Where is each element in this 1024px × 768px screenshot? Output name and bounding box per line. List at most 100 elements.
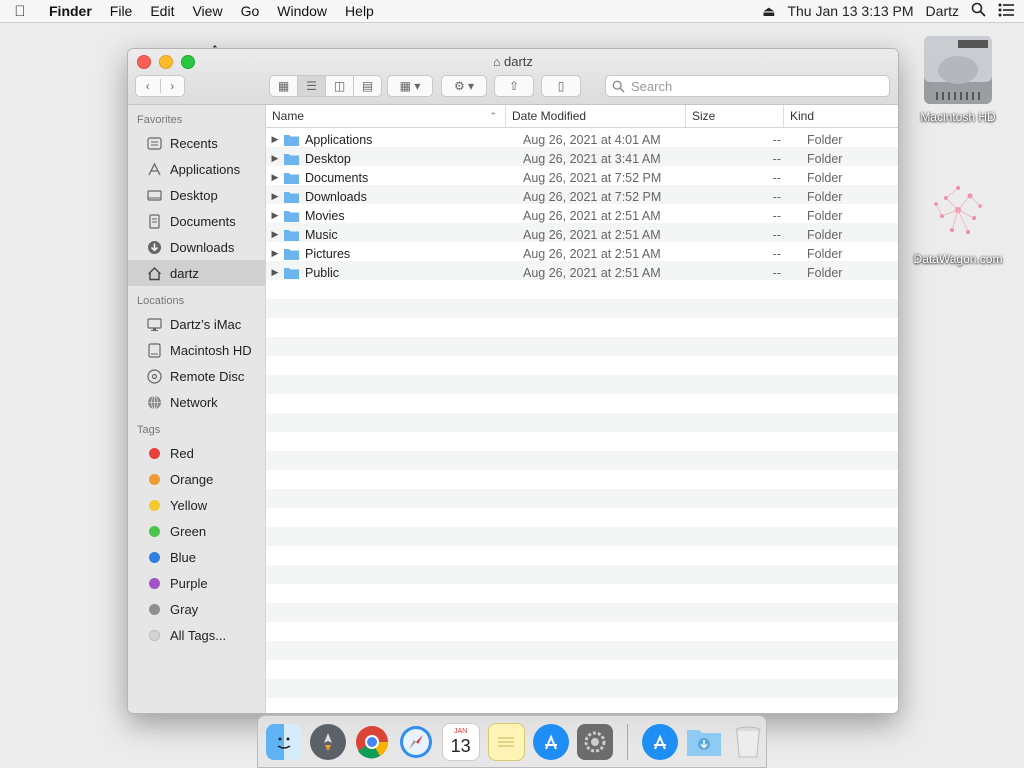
- disclosure-triangle-icon[interactable]: ▶: [266, 248, 284, 259]
- row-size: --: [772, 189, 781, 204]
- row-date: Aug 26, 2021 at 7:52 PM: [523, 189, 662, 204]
- system-preferences-icon[interactable]: [577, 723, 614, 760]
- table-row[interactable]: ▶ Desktop Aug 26, 2021 at 3:41 AM -- Folder: [266, 149, 898, 168]
- sidebar-tag-red[interactable]: Red: [128, 440, 265, 466]
- notification-center-icon[interactable]: [998, 3, 1014, 20]
- disc-icon: [146, 368, 162, 384]
- sidebar-item-recents[interactable]: Recents: [128, 130, 265, 156]
- column-header-name[interactable]: Name ⌃: [266, 105, 506, 127]
- spotlight-search-icon[interactable]: [971, 2, 986, 20]
- table-row[interactable]: ▶ Public Aug 26, 2021 at 2:51 AM -- Folder: [266, 263, 898, 282]
- share-button[interactable]: ⇧: [494, 75, 534, 97]
- sidebar-item-remote-disc[interactable]: Remote Disc: [128, 363, 265, 389]
- downloads-folder-icon[interactable]: [686, 724, 722, 760]
- action-menu-button[interactable]: ⚙ ▾: [441, 75, 487, 97]
- column-header-size[interactable]: Size: [686, 105, 784, 127]
- disclosure-triangle-icon[interactable]: ▶: [266, 267, 284, 278]
- column-header-label: Size: [692, 109, 716, 123]
- menu-go[interactable]: Go: [232, 3, 269, 19]
- desktop-icon-label: DataWagon.com: [913, 252, 1003, 266]
- sidebar-tag-gray[interactable]: Gray: [128, 596, 265, 622]
- sidebar-item-imac[interactable]: Dartz’s iMac: [128, 311, 265, 337]
- applications-icon: [146, 161, 162, 177]
- eject-icon[interactable]: ⏏: [762, 3, 775, 20]
- toolbar: ‹ › ▦ ☰ ◫ ▤ ▦ ▾ ⚙ ▾ ⇧ ▯ Search: [128, 75, 898, 99]
- disclosure-triangle-icon[interactable]: ▶: [266, 210, 284, 221]
- calendar-icon[interactable]: JAN 13: [441, 722, 480, 761]
- safari-icon[interactable]: [398, 724, 434, 760]
- search-field[interactable]: Search: [605, 75, 890, 97]
- sidebar-item-macintosh-hd[interactable]: Macintosh HD: [128, 337, 265, 363]
- icon-view-icon[interactable]: ▦: [270, 76, 298, 96]
- sidebar-tag-purple[interactable]: Purple: [128, 570, 265, 596]
- window-title: ⌂ dartz: [128, 54, 898, 69]
- back-button[interactable]: ‹: [136, 79, 161, 93]
- disclosure-triangle-icon[interactable]: ▶: [266, 229, 284, 240]
- sidebar-item-network[interactable]: Network: [128, 389, 265, 415]
- menu-view[interactable]: View: [183, 3, 231, 19]
- menu-user[interactable]: Dartz: [926, 3, 959, 19]
- table-row[interactable]: ▶ Music Aug 26, 2021 at 2:51 AM -- Folder: [266, 225, 898, 244]
- desktop-icon-macintosh-hd[interactable]: Macintosh HD: [903, 30, 1013, 124]
- folder-icon: [284, 210, 299, 222]
- column-header-kind[interactable]: Kind: [784, 105, 898, 127]
- disclosure-triangle-icon[interactable]: ▶: [266, 172, 284, 183]
- trash-icon[interactable]: [730, 724, 766, 760]
- tag-color-dot: [148, 577, 160, 589]
- forward-button[interactable]: ›: [161, 79, 185, 93]
- table-row[interactable]: ▶ Downloads Aug 26, 2021 at 7:52 PM -- Folde…: [266, 187, 898, 206]
- disclosure-triangle-icon[interactable]: ▶: [266, 134, 284, 145]
- disclosure-triangle-icon[interactable]: ▶: [266, 191, 284, 202]
- app-store-download-icon[interactable]: [642, 723, 679, 760]
- sidebar-item-label: Applications: [170, 161, 241, 177]
- tags-button[interactable]: ▯: [541, 75, 581, 97]
- table-row[interactable]: ▶ Pictures Aug 26, 2021 at 2:51 AM -- Folder: [266, 244, 898, 263]
- app-store-icon[interactable]: [533, 723, 570, 760]
- row-date: Aug 26, 2021 at 2:51 AM: [523, 227, 661, 242]
- sidebar-tag-green[interactable]: Green: [128, 518, 265, 544]
- sidebar-item-documents[interactable]: Documents: [128, 208, 265, 234]
- table-row[interactable]: ▶ Applications Aug 26, 2021 at 4:01 AM -- Fo…: [266, 130, 898, 149]
- row-name: Movies: [305, 208, 345, 223]
- sidebar-item-home[interactable]: dartz: [128, 260, 265, 286]
- chrome-icon[interactable]: [354, 724, 390, 760]
- table-row[interactable]: ▶ Documents Aug 26, 2021 at 7:52 PM -- Folde…: [266, 168, 898, 187]
- gallery-view-icon[interactable]: ▤: [354, 76, 381, 96]
- desktop-icon-datawagon[interactable]: DataWagon.com: [903, 172, 1013, 266]
- notes-icon[interactable]: [487, 722, 526, 761]
- back-forward-group: ‹ ›: [135, 75, 185, 97]
- window-title-text: dartz: [503, 54, 533, 69]
- table-row[interactable]: ▶ Movies Aug 26, 2021 at 2:51 AM -- Folder: [266, 206, 898, 225]
- sidebar-tag-blue[interactable]: Blue: [128, 544, 265, 570]
- sidebar-all-tags[interactable]: All Tags...: [128, 622, 265, 648]
- menu-clock[interactable]: Thu Jan 13 3:13 PM: [787, 3, 913, 19]
- sidebar-tag-orange[interactable]: Orange: [128, 466, 265, 492]
- menu-help[interactable]: Help: [336, 3, 383, 19]
- apple-menu-icon[interactable]: : [0, 3, 40, 20]
- row-kind: Folder: [807, 151, 843, 166]
- menu-app-name[interactable]: Finder: [40, 3, 101, 19]
- sidebar-item-label: Gray: [170, 601, 199, 617]
- sidebar-item-desktop[interactable]: Desktop: [128, 182, 265, 208]
- folder-icon: [284, 134, 299, 146]
- column-header-date[interactable]: Date Modified: [506, 105, 686, 127]
- folder-icon: [284, 267, 299, 279]
- column-view-icon[interactable]: ◫: [326, 76, 354, 96]
- sidebar-item-label: Purple: [170, 575, 208, 591]
- launchpad-icon[interactable]: [309, 723, 346, 760]
- menu-window[interactable]: Window: [268, 3, 336, 19]
- recents-icon: [146, 135, 162, 151]
- hard-drive-icon: [146, 342, 162, 358]
- window-titlebar[interactable]: ⌂ dartz ‹ › ▦ ☰ ◫ ▤ ▦ ▾ ⚙ ▾ ⇧ ▯ Search: [128, 49, 898, 105]
- group-by-button[interactable]: ▦ ▾: [387, 75, 433, 97]
- folder-icon: [284, 172, 299, 184]
- finder-icon[interactable]: [266, 723, 302, 760]
- menu-edit[interactable]: Edit: [141, 3, 183, 19]
- sidebar-item-applications[interactable]: Applications: [128, 156, 265, 182]
- sidebar-tag-yellow[interactable]: Yellow: [128, 492, 265, 518]
- menu-file[interactable]: File: [101, 3, 142, 19]
- sidebar-locations-header: Locations: [137, 295, 185, 307]
- disclosure-triangle-icon[interactable]: ▶: [266, 153, 284, 164]
- list-view-icon[interactable]: ☰: [298, 76, 326, 96]
- sidebar-item-downloads[interactable]: Downloads: [128, 234, 265, 260]
